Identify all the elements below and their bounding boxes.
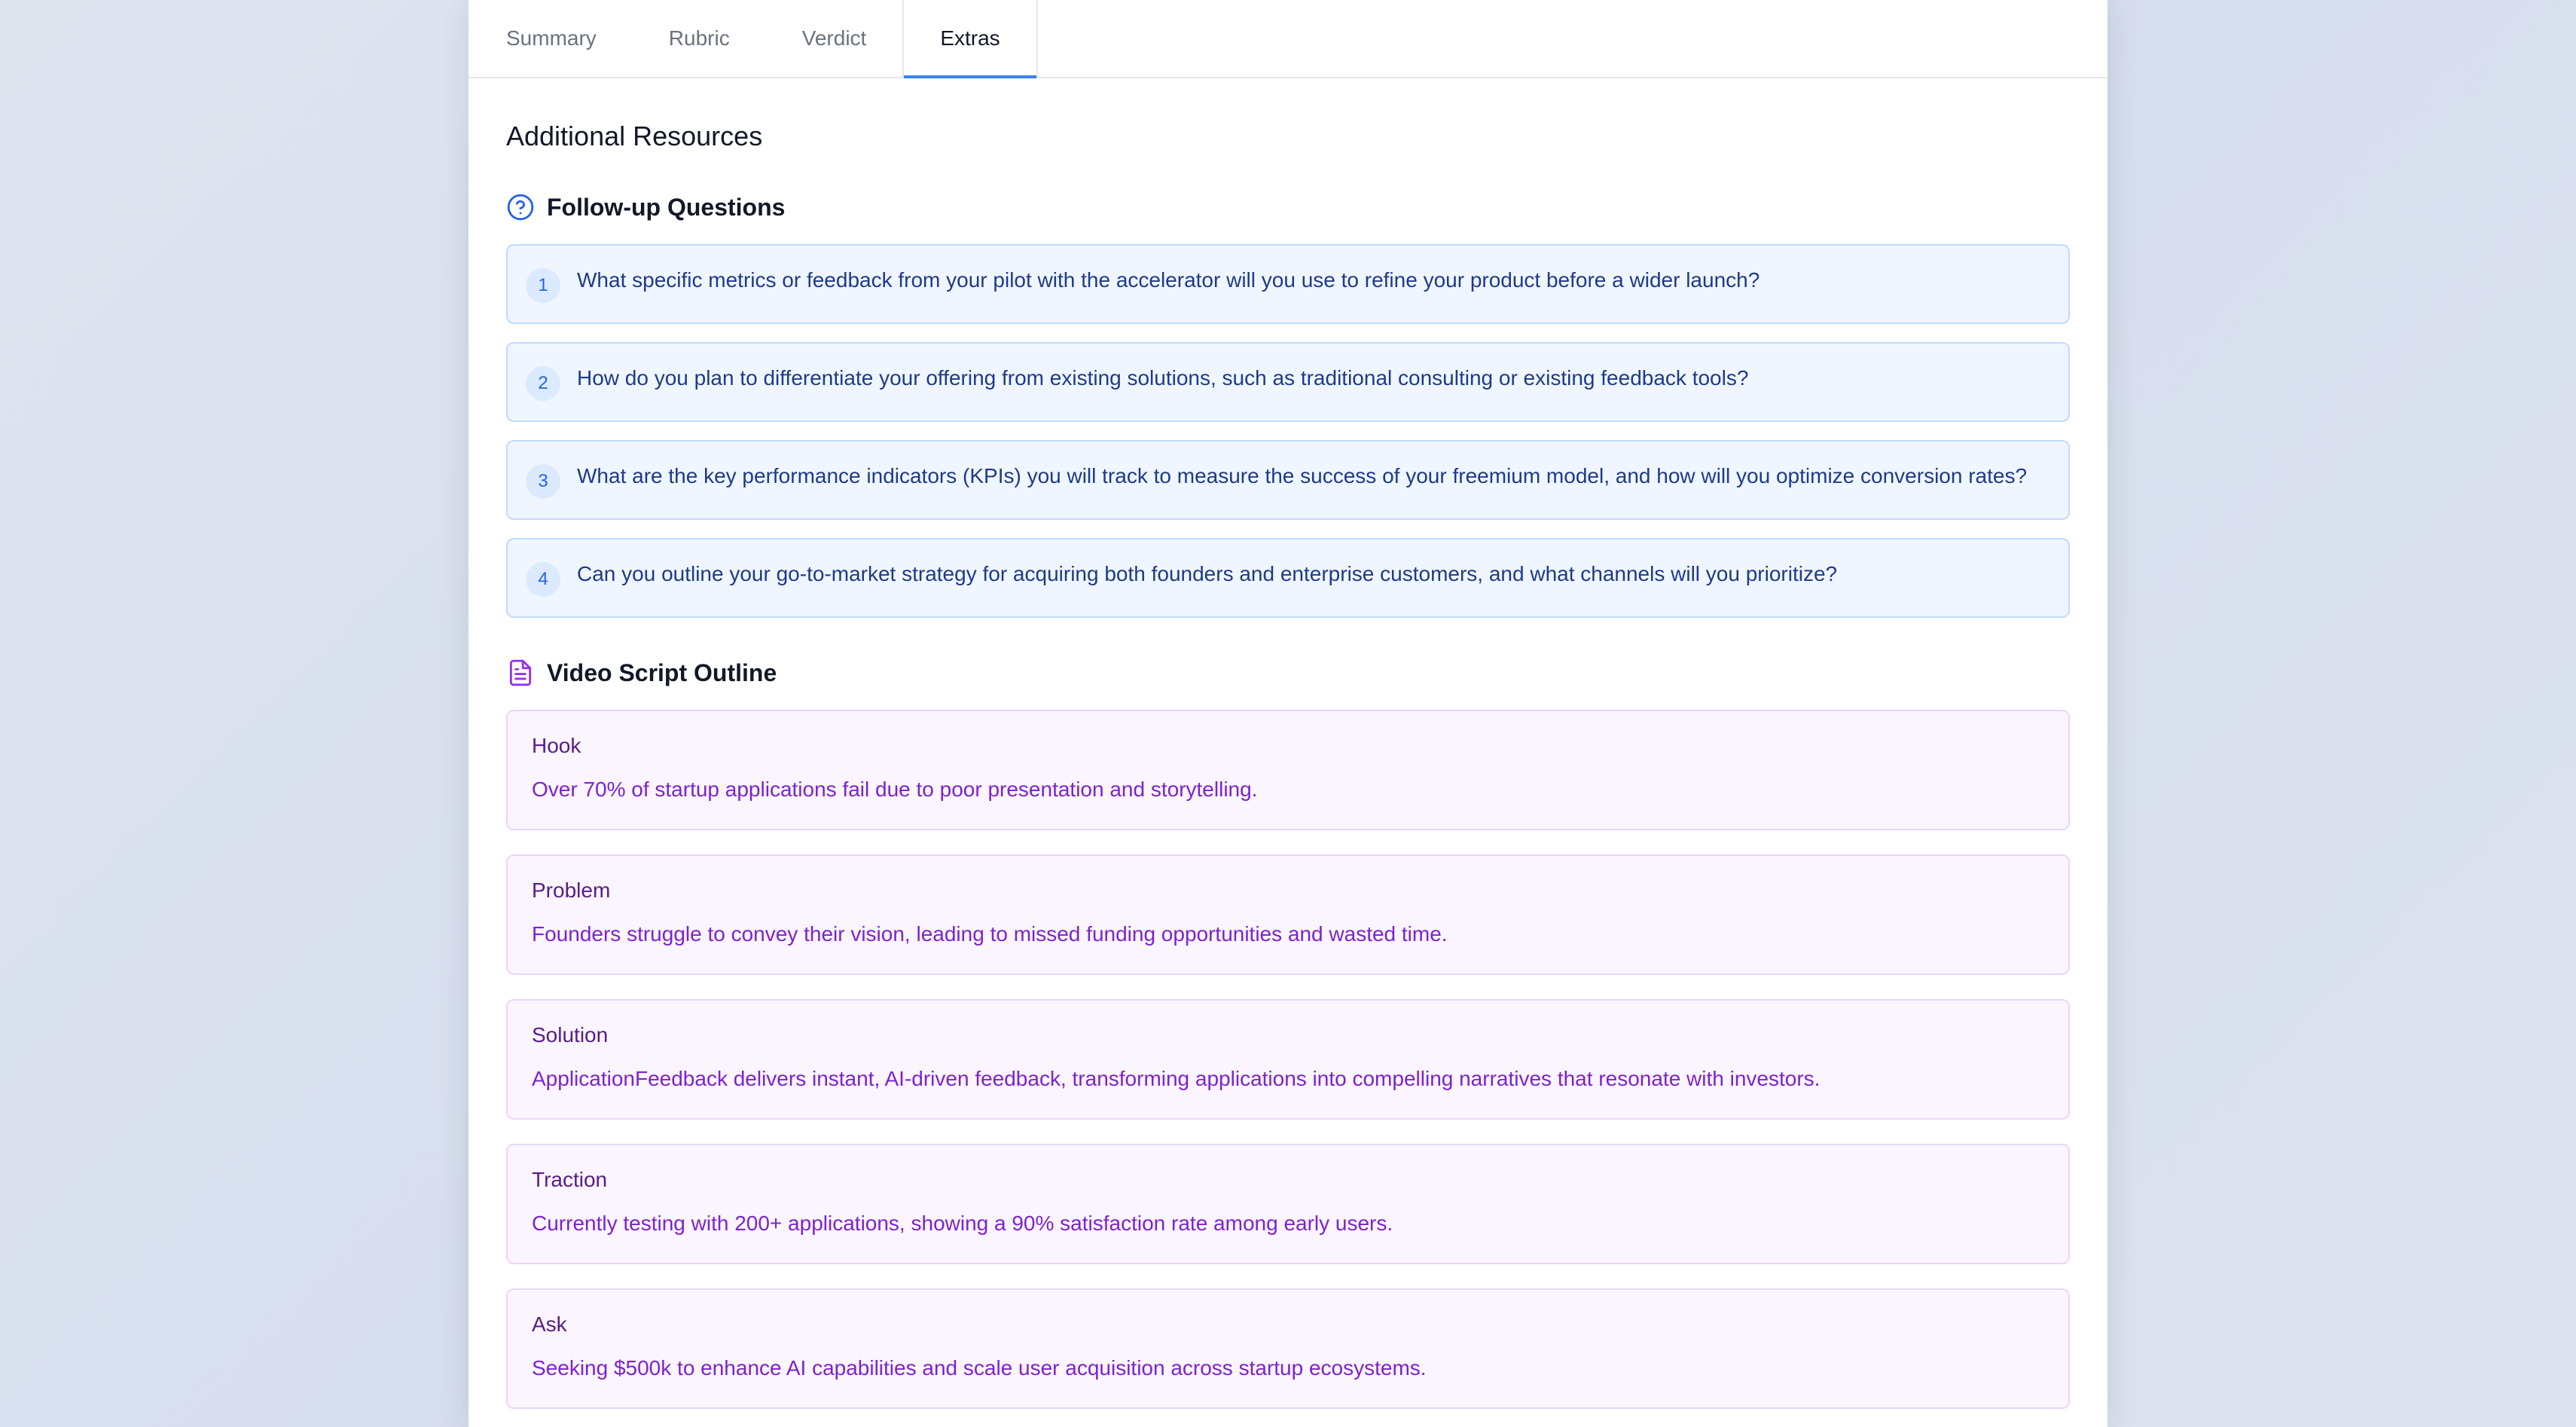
script-item-problem: Problem Founders struggle to convey thei… xyxy=(506,854,2070,975)
document-icon xyxy=(506,658,535,687)
script-item-title: Hook xyxy=(532,734,581,757)
tab-extras[interactable]: Extras xyxy=(902,0,1038,78)
script-item-text: ApplicationFeedback delivers instant, AI… xyxy=(532,1067,1821,1090)
tab-content: Additional Resources Follow-up Questions… xyxy=(469,78,2107,1409)
question-number: 4 xyxy=(526,562,560,597)
script-outline-list: Hook Over 70% of startup applications fa… xyxy=(506,710,2070,1409)
page-title: Additional Resources xyxy=(506,121,763,151)
question-number: 2 xyxy=(526,366,560,401)
question-circle-icon xyxy=(506,193,535,222)
script-item-title: Traction xyxy=(532,1168,608,1191)
list-item: 4 Can you outline your go-to-market stra… xyxy=(506,538,2070,618)
followup-question-list: 1 What specific metrics or feedback from… xyxy=(506,244,2070,618)
list-item: 1 What specific metrics or feedback from… xyxy=(506,244,2070,324)
question-text: Can you outline your go-to-market strate… xyxy=(577,562,1838,585)
script-section-header: Video Script Outline xyxy=(506,658,2070,687)
question-text: What are the key performance indicators … xyxy=(577,464,2028,487)
followup-section-title: Follow-up Questions xyxy=(547,193,786,221)
script-item-title: Problem xyxy=(532,879,611,902)
script-item-text: Seeking $500k to enhance AI capabilities… xyxy=(532,1356,1427,1380)
script-section-title: Video Script Outline xyxy=(547,658,777,686)
resource-panel: Summary Rubric Verdict Extras Additional… xyxy=(469,0,2107,1427)
script-item-text: Over 70% of startup applications fail du… xyxy=(532,778,1258,801)
script-item-solution: Solution ApplicationFeedback delivers in… xyxy=(506,999,2070,1120)
script-item-text: Founders struggle to convey their vision… xyxy=(532,922,1448,946)
question-number: 3 xyxy=(526,464,560,499)
question-number: 1 xyxy=(526,268,560,303)
tab-summary[interactable]: Summary xyxy=(506,0,633,77)
script-item-hook: Hook Over 70% of startup applications fa… xyxy=(506,710,2070,830)
tab-rubric[interactable]: Rubric xyxy=(633,0,766,77)
list-item: 2 How do you plan to differentiate your … xyxy=(506,342,2070,422)
tab-bar: Summary Rubric Verdict Extras xyxy=(469,0,2107,78)
tab-verdict[interactable]: Verdict xyxy=(766,0,903,77)
script-item-title: Ask xyxy=(532,1312,567,1336)
script-item-traction: Traction Currently testing with 200+ app… xyxy=(506,1144,2070,1264)
list-item: 3 What are the key performance indicator… xyxy=(506,440,2070,520)
question-text: What specific metrics or feedback from y… xyxy=(577,268,1760,292)
script-item-text: Currently testing with 200+ applications… xyxy=(532,1212,1393,1235)
followup-section-header: Follow-up Questions xyxy=(506,193,2070,222)
question-text: How do you plan to differentiate your of… xyxy=(577,366,1749,390)
script-item-ask: Ask Seeking $500k to enhance AI capabili… xyxy=(506,1288,2070,1409)
script-item-title: Solution xyxy=(532,1023,609,1047)
